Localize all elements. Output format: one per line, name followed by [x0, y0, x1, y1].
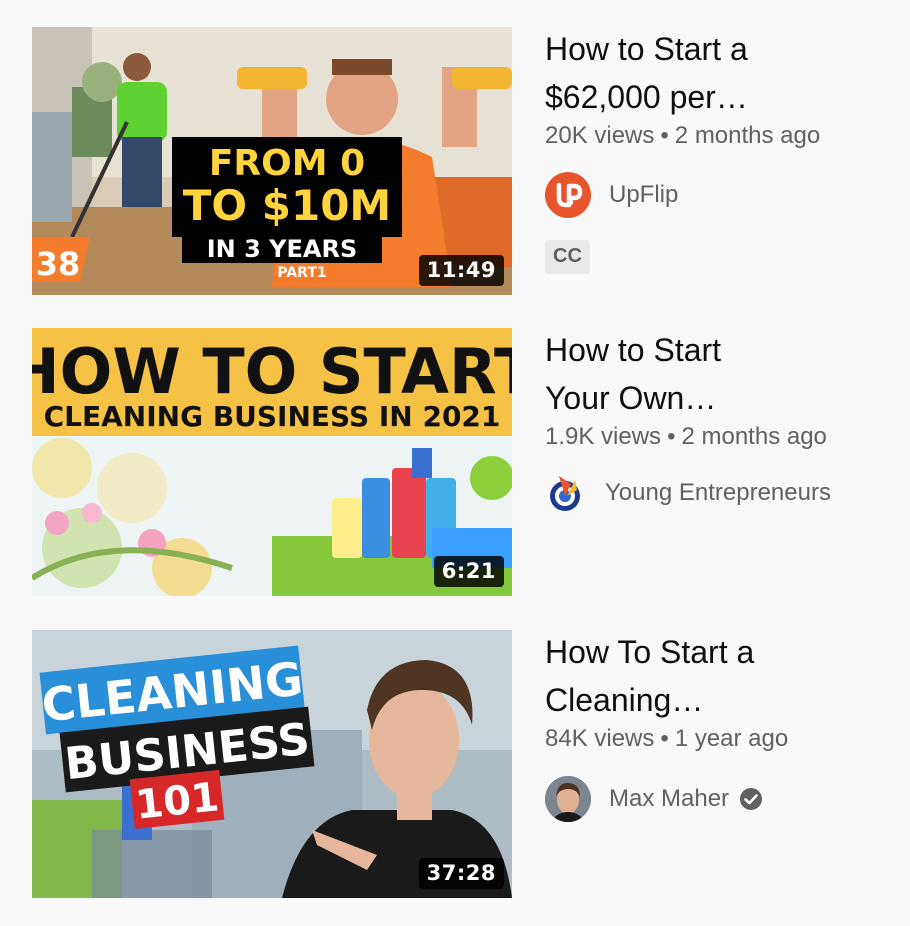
video-info: How To Start a Cleaning… 84K views • 1 yea… [545, 630, 885, 822]
svg-text:CLEANING BUSINESS IN 2021: CLEANING BUSINESS IN 2021 [44, 400, 501, 433]
video-meta: 20K views • 2 months ago [545, 121, 885, 151]
video-title[interactable]: How to Start a $62,000 per… [545, 25, 885, 121]
svg-text:38: 38 [36, 245, 81, 283]
video-item[interactable]: FROM 0 TO $10M IN 3 YEARS PART1 38 11:49… [32, 27, 892, 295]
upload-age: 2 months ago [681, 423, 827, 450]
video-thumbnail[interactable]: HOW TO START CLEANING BUSINESS IN 2021 6… [32, 328, 512, 596]
channel-avatar[interactable] [545, 172, 591, 218]
view-count: 20K views [545, 122, 655, 149]
upload-age: 1 year ago [674, 725, 789, 752]
svg-text:FROM 0: FROM 0 [209, 143, 365, 184]
video-info: How to Start a $62,000 per… 20K views • 2 … [545, 27, 885, 274]
video-title[interactable]: How To Start a Cleaning… [545, 628, 885, 724]
meta-separator: • [660, 122, 669, 149]
channel-name[interactable]: Young Entrepreneurs [605, 479, 831, 507]
video-duration: 6:21 [433, 556, 504, 587]
verified-check-icon [739, 787, 763, 811]
video-thumbnail[interactable]: CLEANING BUSINESS 101 37:28 [32, 630, 512, 898]
channel-name[interactable]: Max Maher [609, 785, 729, 813]
channel-name[interactable]: UpFlip [609, 181, 678, 209]
channel-avatar[interactable] [545, 776, 591, 822]
meta-separator: • [667, 423, 676, 450]
channel-row[interactable]: UpFlip [545, 172, 885, 218]
meta-separator: • [660, 725, 669, 752]
max-maher-avatar-icon [545, 776, 591, 822]
svg-text:HOW TO START: HOW TO START [32, 335, 512, 408]
cc-badge: CC [545, 240, 590, 274]
channel-row[interactable]: Young Entrepreneurs [545, 470, 885, 516]
video-title[interactable]: How to Start Your Own… [545, 326, 885, 422]
svg-text:PART1: PART1 [277, 265, 326, 281]
video-info: How to Start Your Own… 1.9K views • 2 mont… [545, 328, 885, 516]
video-thumbnail[interactable]: FROM 0 TO $10M IN 3 YEARS PART1 38 11:49 [32, 27, 512, 295]
channel-avatar[interactable] [545, 470, 585, 516]
video-duration: 37:28 [418, 858, 504, 889]
svg-text:101: 101 [133, 774, 221, 828]
view-count: 84K views [545, 725, 655, 752]
svg-text:TO $10M: TO $10M [183, 181, 391, 230]
video-meta: 84K views • 1 year ago [545, 724, 885, 754]
video-meta: 1.9K views • 2 months ago [545, 422, 885, 452]
upflip-logo-icon [556, 182, 583, 208]
svg-text:IN 3 YEARS: IN 3 YEARS [207, 235, 358, 263]
young-entrepreneurs-logo-icon [550, 476, 580, 511]
channel-row[interactable]: Max Maher [545, 776, 885, 822]
upload-age: 2 months ago [674, 122, 821, 149]
video-item[interactable]: CLEANING BUSINESS 101 37:28 How To Start… [32, 630, 892, 898]
view-count: 1.9K views [545, 423, 662, 450]
video-item[interactable]: HOW TO START CLEANING BUSINESS IN 2021 6… [32, 328, 892, 596]
video-duration: 11:49 [418, 255, 504, 286]
